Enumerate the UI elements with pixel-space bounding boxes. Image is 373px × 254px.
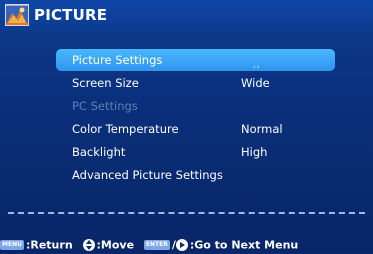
right-arrow-button-icon <box>175 239 188 251</box>
menu-item-value: Wide <box>241 76 270 90</box>
menu-item-label: Advanced Picture Settings <box>72 168 223 182</box>
up-down-arrows-icon <box>82 239 95 251</box>
menu-item-label: Backlight <box>72 145 126 159</box>
return-text: :Return <box>25 238 73 252</box>
menu-item-value: Normal <box>241 122 283 136</box>
picture-menu-icon <box>5 4 29 26</box>
menu-item-pc-settings: PC Settings <box>56 95 335 117</box>
footer-move: :Move <box>82 236 135 254</box>
page-title: PICTURE <box>34 6 108 24</box>
menu-item-screen-size[interactable]: Screen Size Wide <box>56 72 335 94</box>
menu-item-label: Screen Size <box>72 76 139 90</box>
menu-item-color-temperature[interactable]: Color Temperature Normal <box>56 118 335 140</box>
move-text: :Move <box>96 238 135 252</box>
menu-item-backlight[interactable]: Backlight High <box>56 141 335 163</box>
enter-key-icon: ENTER <box>143 240 170 250</box>
menu-item-label: Color Temperature <box>72 122 179 136</box>
footer-help-bar: MENU:Return :Move ENTER / :Go to Next Men… <box>0 236 373 253</box>
osd-menu: PICTURE Picture Settings ›› Screen Size … <box>0 0 373 253</box>
menu-item-label: PC Settings <box>72 99 138 113</box>
menu-item-picture-settings[interactable]: Picture Settings ›› <box>56 49 335 71</box>
next-menu-text: :Go to Next Menu <box>189 238 299 252</box>
footer-next: ENTER / :Go to Next Menu <box>143 238 299 252</box>
title-bar: PICTURE <box>0 0 373 34</box>
picture-menu-list: Picture Settings ›› Screen Size Wide PC … <box>56 49 335 187</box>
menu-item-advanced-picture-settings[interactable]: Advanced Picture Settings <box>56 164 335 186</box>
menu-item-label: Picture Settings <box>72 53 163 67</box>
menu-item-value: High <box>241 145 268 159</box>
menu-key-icon: MENU <box>0 240 24 250</box>
divider <box>8 212 365 214</box>
footer-return: MENU:Return <box>0 236 73 254</box>
